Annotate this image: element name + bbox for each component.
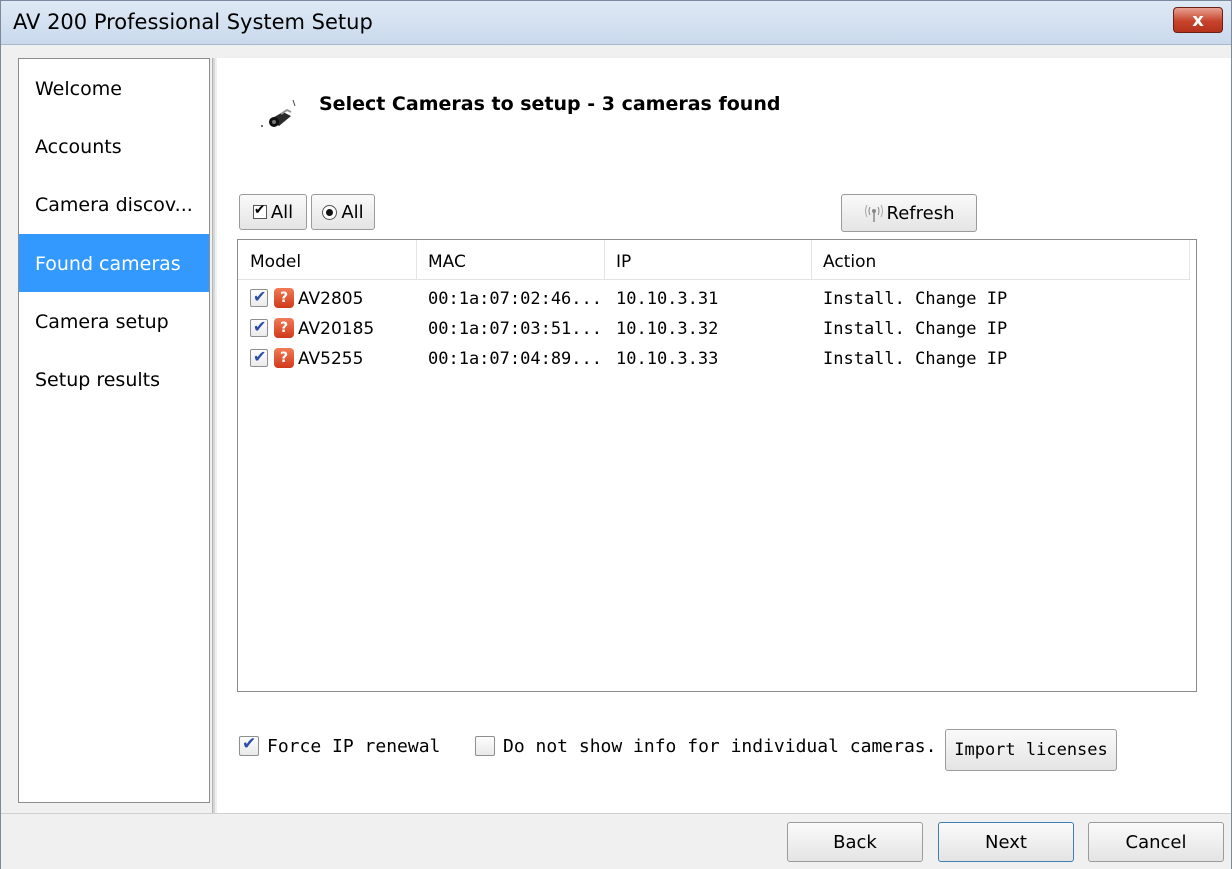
close-button[interactable]: x xyxy=(1173,7,1223,33)
title-bar: AV 200 Professional System Setup x xyxy=(1,1,1231,45)
column-header-ip[interactable]: IP xyxy=(616,252,631,279)
cell-action[interactable]: Install. Change IP xyxy=(823,349,1007,369)
check-all-button[interactable]: All xyxy=(239,194,307,230)
refresh-button[interactable]: Refresh xyxy=(841,194,977,232)
refresh-label: Refresh xyxy=(886,202,955,224)
sidebar-item-found-cameras[interactable]: Found cameras xyxy=(19,234,209,292)
sidebar-item-camera-discovery[interactable]: Camera discov... xyxy=(19,175,209,233)
cell-model: AV20185 xyxy=(298,319,375,339)
cell-action[interactable]: Install. Change IP xyxy=(823,289,1007,309)
back-label: Back xyxy=(833,831,877,853)
cell-action[interactable]: Install. Change IP xyxy=(823,319,1007,339)
import-licenses-button[interactable]: Import licenses xyxy=(945,729,1117,771)
cell-mac: 00:1a:07:03:51... xyxy=(428,319,602,339)
radio-all-label: All xyxy=(341,201,364,223)
cell-ip: 10.10.3.31 xyxy=(616,289,719,309)
page-title: Select Cameras to setup - 3 cameras foun… xyxy=(319,93,781,115)
column-separator xyxy=(416,240,417,280)
checkbox-icon xyxy=(252,202,267,219)
question-icon: ? xyxy=(274,318,294,338)
question-icon: ? xyxy=(274,288,294,308)
force-ip-renewal-label: Force IP renewal xyxy=(267,736,441,757)
column-separator xyxy=(604,240,605,280)
antenna-icon xyxy=(864,204,883,222)
setup-window: AV 200 Professional System Setup x Welco… xyxy=(0,0,1232,869)
cancel-label: Cancel xyxy=(1125,831,1187,853)
row-checkbox[interactable] xyxy=(250,347,268,367)
question-icon: ? xyxy=(274,348,294,368)
back-button[interactable]: Back xyxy=(787,822,923,862)
radio-all-button[interactable]: All xyxy=(311,194,375,230)
next-label: Next xyxy=(985,831,1027,853)
sidebar-item-setup-results[interactable]: Setup results xyxy=(19,350,209,408)
sidebar-item-accounts[interactable]: Accounts xyxy=(19,117,209,175)
table-row[interactable]: ? AV2805 00:1a:07:02:46... 10.10.3.31 In… xyxy=(238,284,1190,314)
row-checkbox[interactable] xyxy=(250,287,268,307)
column-header-action[interactable]: Action xyxy=(823,252,876,279)
page-header: Select Cameras to setup - 3 cameras foun… xyxy=(217,58,1231,178)
sidebar-item-camera-setup[interactable]: Camera setup xyxy=(19,292,209,350)
next-button[interactable]: Next xyxy=(938,822,1074,862)
no-info-checkbox[interactable] xyxy=(475,736,495,756)
force-ip-renewal-checkbox[interactable] xyxy=(239,734,259,756)
footer-bar: Back Next Cancel xyxy=(1,813,1231,869)
wizard-sidebar: Welcome Accounts Camera discov... Found … xyxy=(18,58,210,803)
radio-icon xyxy=(322,204,338,220)
camera-icon xyxy=(261,99,296,127)
table-row[interactable]: ? AV5255 00:1a:07:04:89... 10.10.3.33 In… xyxy=(238,344,1190,374)
cancel-button[interactable]: Cancel xyxy=(1088,822,1224,862)
no-info-label: Do not show info for individual cameras. xyxy=(503,736,937,757)
panel-divider[interactable] xyxy=(212,58,215,813)
column-separator xyxy=(1189,240,1190,280)
cell-mac: 00:1a:07:04:89... xyxy=(428,349,602,369)
list-header: Model MAC IP Action xyxy=(238,240,1190,280)
camera-list: Model MAC IP Action ? AV2805 00:1a:07:02… xyxy=(237,239,1197,692)
window-title: AV 200 Professional System Setup xyxy=(13,10,373,34)
cell-mac: 00:1a:07:02:46... xyxy=(428,289,602,309)
cell-model: AV5255 xyxy=(298,349,364,369)
row-checkbox[interactable] xyxy=(250,317,268,337)
cell-ip: 10.10.3.32 xyxy=(616,319,719,339)
column-header-mac[interactable]: MAC xyxy=(428,252,466,279)
close-icon: x xyxy=(1192,9,1204,31)
sidebar-item-welcome[interactable]: Welcome xyxy=(19,59,209,117)
table-row[interactable]: ? AV20185 00:1a:07:03:51... 10.10.3.32 I… xyxy=(238,314,1190,344)
check-all-label: All xyxy=(270,201,294,223)
column-header-model[interactable]: Model xyxy=(250,252,301,279)
main-content: Select Cameras to setup - 3 cameras foun… xyxy=(217,58,1231,813)
column-separator xyxy=(811,240,812,280)
import-licenses-label: Import licenses xyxy=(954,740,1108,760)
cell-model: AV2805 xyxy=(298,289,364,309)
cell-ip: 10.10.3.33 xyxy=(616,349,719,369)
